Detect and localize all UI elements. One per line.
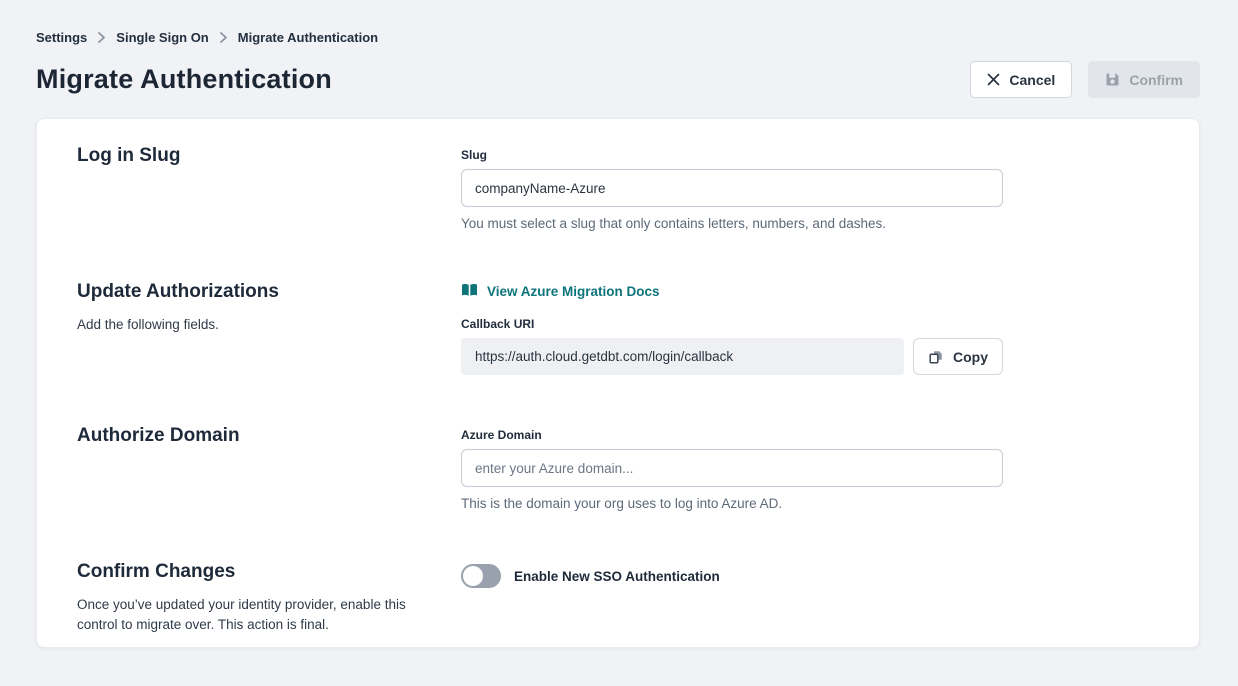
section-login-slug-left: Log in Slug: [77, 145, 461, 231]
slug-input[interactable]: [461, 169, 1003, 207]
breadcrumb: Settings Single Sign On Migrate Authenti…: [36, 30, 1200, 45]
breadcrumb-single-sign-on[interactable]: Single Sign On: [116, 30, 208, 45]
slug-helper-text: You must select a slug that only contain…: [461, 216, 1003, 231]
section-confirm-changes: Confirm Changes Once you’ve updated your…: [77, 561, 1159, 636]
sso-toggle-row: Enable New SSO Authentication: [461, 564, 1003, 588]
section-confirm-changes-right: Enable New SSO Authentication: [461, 561, 1003, 636]
update-authorizations-description: Add the following fields.: [77, 315, 417, 335]
confirm-changes-heading: Confirm Changes: [77, 561, 417, 583]
settings-card: Log in Slug Slug You must select a slug …: [36, 118, 1200, 648]
confirm-button[interactable]: Confirm: [1088, 61, 1200, 98]
section-authorize-domain: Authorize Domain Azure Domain This is th…: [77, 425, 1159, 511]
page-header: Settings Single Sign On Migrate Authenti…: [0, 0, 1238, 98]
azure-domain-input[interactable]: [461, 449, 1003, 487]
callback-uri-value: https://auth.cloud.getdbt.com/login/call…: [461, 338, 904, 375]
enable-sso-toggle[interactable]: [461, 564, 501, 588]
azure-domain-label: Azure Domain: [461, 428, 1003, 442]
close-icon: [987, 73, 1000, 86]
confirm-changes-description: Once you’ve updated your identity provid…: [77, 595, 417, 636]
confirm-button-label: Confirm: [1129, 72, 1183, 88]
azure-migration-docs-link[interactable]: View Azure Migration Docs: [461, 283, 660, 300]
copy-icon: [928, 349, 944, 365]
callback-uri-label: Callback URI: [461, 317, 1003, 331]
breadcrumb-settings[interactable]: Settings: [36, 30, 87, 45]
page-title: Migrate Authentication: [36, 64, 332, 95]
cancel-button-label: Cancel: [1009, 72, 1055, 88]
authorize-domain-heading: Authorize Domain: [77, 425, 417, 447]
section-login-slug-right: Slug You must select a slug that only co…: [461, 145, 1003, 231]
cancel-button[interactable]: Cancel: [970, 61, 1072, 98]
title-row: Migrate Authentication Cancel Confirm: [36, 61, 1200, 98]
header-actions: Cancel Confirm: [970, 61, 1200, 98]
section-update-authorizations-left: Update Authorizations Add the following …: [77, 281, 461, 375]
login-slug-heading: Log in Slug: [77, 145, 417, 167]
azure-migration-docs-link-label: View Azure Migration Docs: [487, 284, 660, 299]
section-update-authorizations-right: View Azure Migration Docs Callback URI h…: [461, 281, 1003, 375]
azure-domain-helper-text: This is the domain your org uses to log …: [461, 496, 1003, 511]
copy-button-label: Copy: [953, 349, 988, 365]
section-confirm-changes-left: Confirm Changes Once you’ve updated your…: [77, 561, 461, 636]
section-update-authorizations: Update Authorizations Add the following …: [77, 281, 1159, 375]
save-icon: [1105, 72, 1120, 87]
book-icon: [461, 283, 478, 300]
copy-button[interactable]: Copy: [913, 338, 1003, 375]
callback-uri-row: https://auth.cloud.getdbt.com/login/call…: [461, 338, 1003, 375]
section-authorize-domain-left: Authorize Domain: [77, 425, 461, 511]
slug-field-label: Slug: [461, 148, 1003, 162]
enable-sso-toggle-label: Enable New SSO Authentication: [514, 569, 720, 584]
section-authorize-domain-right: Azure Domain This is the domain your org…: [461, 425, 1003, 511]
update-authorizations-heading: Update Authorizations: [77, 281, 417, 303]
breadcrumb-migrate-authentication: Migrate Authentication: [238, 30, 378, 45]
chevron-right-icon: [219, 31, 228, 44]
toggle-knob: [463, 566, 483, 586]
section-login-slug: Log in Slug Slug You must select a slug …: [77, 145, 1159, 231]
chevron-right-icon: [97, 31, 106, 44]
